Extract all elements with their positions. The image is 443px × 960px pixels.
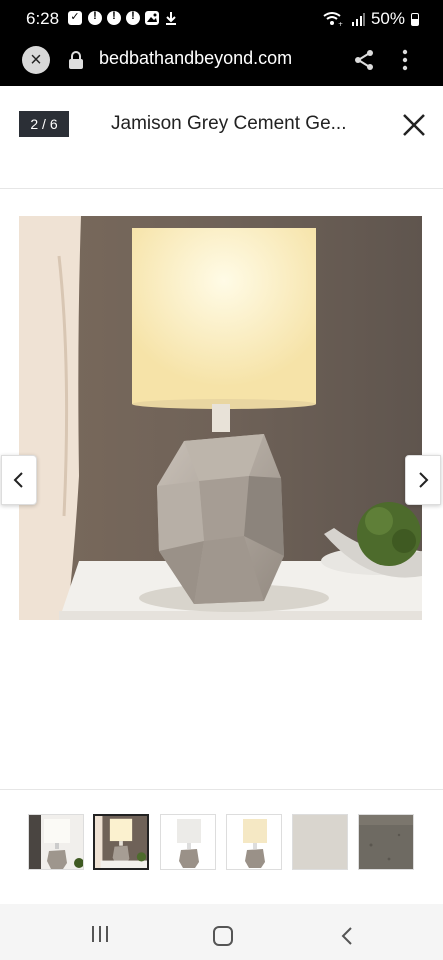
next-image-button[interactable] xyxy=(405,455,441,505)
back-icon[interactable] xyxy=(340,926,354,946)
alert-icon: ! xyxy=(88,10,102,25)
alert-icon: ! xyxy=(126,10,140,25)
browser-url-bar: × bedbathandbeyond.com xyxy=(0,40,443,86)
battery-percent: 50% xyxy=(370,9,405,28)
svg-text:+: + xyxy=(338,21,343,27)
check-box-icon: ✓ xyxy=(68,11,82,25)
product-title: Jamison Grey Cement Ge... xyxy=(111,113,347,134)
url-text[interactable]: bedbathandbeyond.com xyxy=(99,48,292,69)
image-counter-badge: 2 / 6 xyxy=(19,111,69,137)
lock-icon xyxy=(69,51,83,69)
recent-apps-icon[interactable] xyxy=(90,925,110,943)
thumbnail-3[interactable] xyxy=(160,814,216,870)
close-tab-button[interactable]: × xyxy=(22,46,50,74)
status-bar: 6:28 ✓ ! ! ! + 50% xyxy=(0,0,443,40)
alert-icon: ! xyxy=(107,10,121,25)
thumbnail-4[interactable] xyxy=(226,814,282,870)
download-icon xyxy=(164,11,178,25)
battery-icon xyxy=(411,12,419,26)
signal-icon xyxy=(351,13,365,26)
more-menu-icon[interactable] xyxy=(399,48,411,72)
chevron-right-icon xyxy=(419,472,429,488)
close-gallery-icon[interactable] xyxy=(400,111,428,139)
main-product-image[interactable] xyxy=(19,216,422,620)
thumbnail-1[interactable] xyxy=(28,814,84,870)
status-right: + 50% xyxy=(323,9,419,29)
previous-image-button[interactable] xyxy=(1,455,37,505)
gallery-header: 2 / 6 Jamison Grey Cement Ge... xyxy=(0,86,443,189)
chevron-left-icon xyxy=(13,472,23,488)
wifi-icon: + xyxy=(323,12,343,27)
status-time: 6:28 xyxy=(26,9,60,28)
image-icon xyxy=(145,11,159,25)
home-icon[interactable] xyxy=(213,926,233,946)
system-navigation-bar xyxy=(0,904,443,960)
thumbnail-6[interactable] xyxy=(358,814,414,870)
share-icon[interactable] xyxy=(352,48,376,72)
thumbnail-strip xyxy=(0,789,443,904)
thumbnail-5[interactable] xyxy=(292,814,348,870)
thumbnail-2[interactable] xyxy=(93,814,149,870)
